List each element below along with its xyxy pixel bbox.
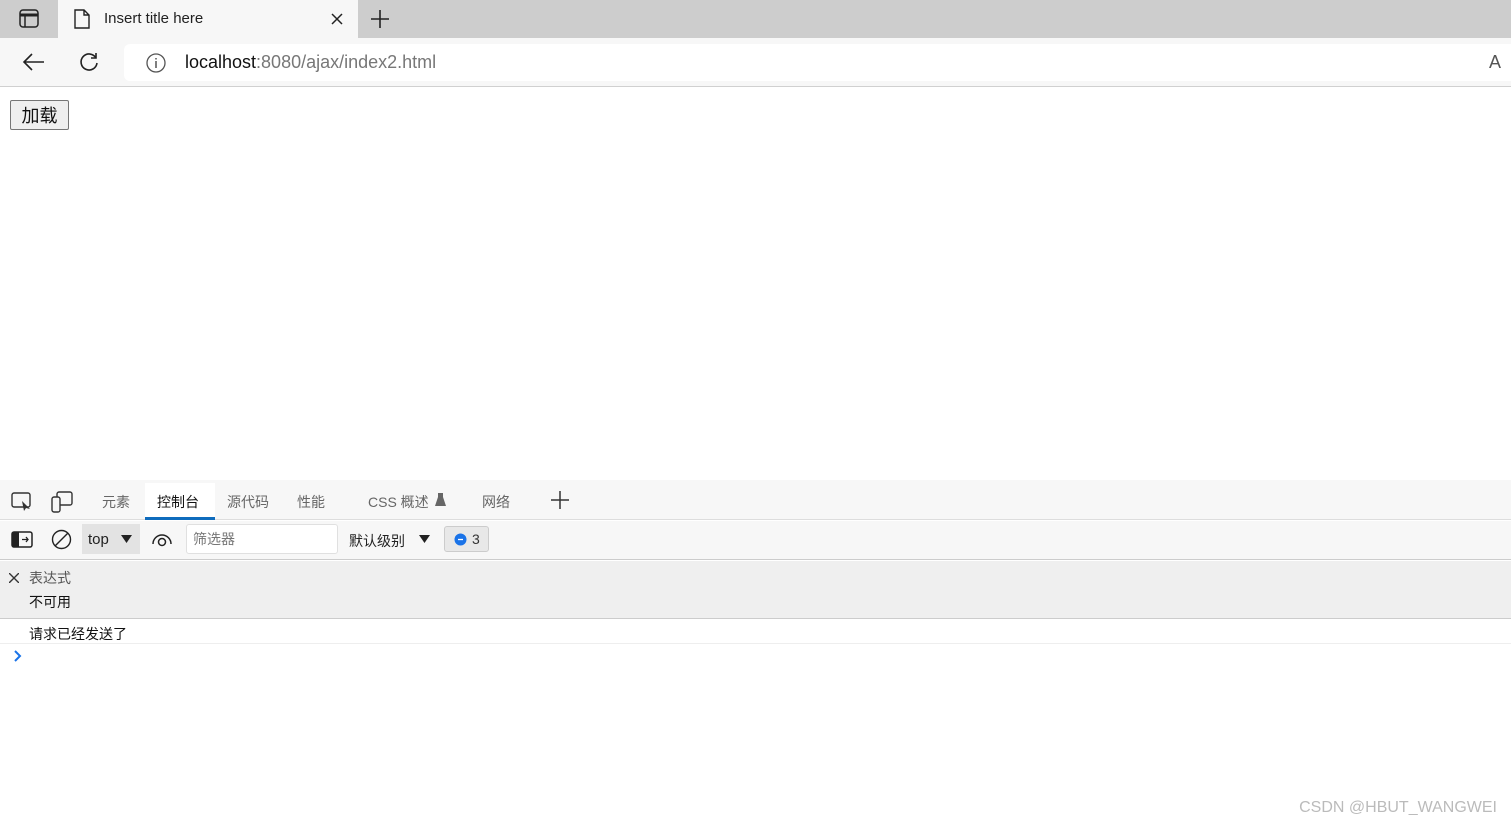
back-icon[interactable] [22,52,46,72]
expression-value: 不可用 [29,594,71,610]
tab-title: Insert title here [104,10,204,27]
sidebar-toggle-icon[interactable] [11,531,33,548]
tab-actions-icon[interactable] [19,9,39,29]
new-tab-icon[interactable] [370,9,390,29]
context-value: top [88,531,109,548]
reload-icon[interactable] [78,51,100,73]
console-message [0,620,1511,644]
message-icon [454,533,467,546]
log-level-select[interactable]: 默认级别 [349,531,405,551]
close-expression-icon[interactable] [9,573,19,583]
tab-sources[interactable]: 源代码 [227,492,269,512]
read-aloud-icon[interactable]: A [1489,52,1501,73]
info-icon[interactable] [146,53,166,73]
clear-console-icon[interactable] [51,529,72,550]
browser-tab[interactable] [58,0,358,38]
live-expression-panel [0,561,1511,619]
tab-css-overview[interactable]: CSS 概述 [368,492,429,512]
page-icon [74,9,90,29]
console-message-text: 请求已经发送了 [29,626,127,642]
live-expression-eye-icon[interactable] [152,532,172,547]
inspect-icon[interactable] [11,492,33,512]
watermark: CSDN @HBUT_WANGWEI [1299,799,1497,816]
filter-input[interactable] [186,524,338,554]
dropdown-arrow-icon [121,535,132,543]
tab-console[interactable]: 控制台 [157,492,199,512]
dropdown-arrow-icon [419,535,430,543]
tab-elements[interactable]: 元素 [102,492,130,512]
tab-network[interactable]: 网络 [482,492,510,512]
load-button[interactable]: 加载 [10,100,69,130]
device-emulation-icon[interactable] [51,491,73,513]
close-tab-icon[interactable] [331,13,343,25]
more-tabs-plus-icon[interactable] [551,491,569,509]
experiment-icon [435,493,446,506]
expression-label[interactable]: 表达式 [29,568,71,588]
url-text[interactable]: localhost:8080/ajax/index2.html [185,52,436,73]
tab-performance[interactable]: 性能 [297,492,325,512]
issues-count: 3 [472,531,480,547]
prompt-chevron-icon[interactable] [14,650,22,662]
